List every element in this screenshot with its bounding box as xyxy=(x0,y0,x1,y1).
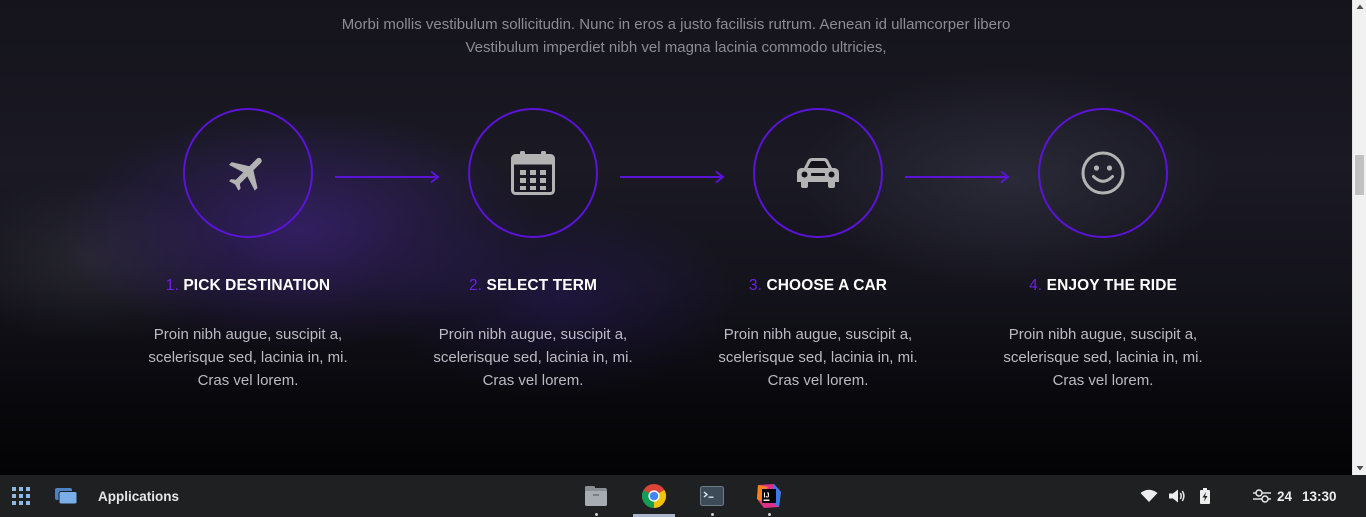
step-select-term: 2. SELECT TERM Proin nibh augue, suscipi… xyxy=(408,108,658,392)
scroll-thumb[interactable] xyxy=(1355,155,1364,195)
step-number: 1. xyxy=(165,277,179,294)
files-icon xyxy=(585,486,607,506)
step-circle xyxy=(183,108,313,238)
page-scrollbar[interactable] xyxy=(1352,0,1366,475)
step-enjoy-the-ride: 4. ENJOY THE RIDE Proin nibh augue, susc… xyxy=(978,108,1228,392)
step-number: 3. xyxy=(748,277,763,294)
step-number: 4. xyxy=(1029,277,1043,294)
step-description: Proin nibh augue, suscipit a, scelerisqu… xyxy=(148,326,348,389)
network-indicator[interactable] xyxy=(1138,475,1160,517)
step-circle xyxy=(753,108,883,238)
step-title-text: SELECT TERM xyxy=(486,277,598,294)
battery-indicator[interactable] xyxy=(1195,475,1215,517)
clock-time: 13:30 xyxy=(1302,488,1337,504)
landing-page: Morbi mollis vestibulum sollicitudin. Nu… xyxy=(0,0,1352,475)
car-icon xyxy=(797,158,839,188)
applications-label: Applications xyxy=(98,488,180,504)
terminal-icon xyxy=(700,486,724,506)
running-indicator xyxy=(768,513,771,516)
chrome-app-button[interactable] xyxy=(629,475,679,517)
step-title-text: ENJOY THE RIDE xyxy=(1046,277,1177,294)
terminal-app-button[interactable] xyxy=(694,475,730,517)
taskbar: Applications IJ 24 13:30 xyxy=(0,475,1366,517)
step-title-text: CHOOSE A CAR xyxy=(766,277,888,294)
running-indicator xyxy=(595,513,598,516)
window-switcher-icon xyxy=(55,488,78,505)
scroll-up-icon[interactable] xyxy=(1356,3,1364,11)
intro-line-2: Vestibulum imperdiet nibh vel magna laci… xyxy=(465,39,887,56)
step-pick-destination: 1. PICK DESTINATION Proin nibh augue, su… xyxy=(123,108,373,392)
step-description: Proin nibh augue, suscipit a, scelerisqu… xyxy=(718,326,918,389)
step-title: 2. SELECT TERM xyxy=(408,277,658,295)
step-description: Proin nibh augue, suscipit a, scelerisqu… xyxy=(1003,326,1203,389)
step-title: 4. ENJOY THE RIDE xyxy=(978,277,1228,295)
clock-date: 24 xyxy=(1277,488,1293,504)
intro-line-1: Morbi mollis vestibulum sollicitudin. Nu… xyxy=(341,16,1011,33)
step-choose-a-car: 3. CHOOSE A CAR Proin nibh augue, suscip… xyxy=(693,108,943,392)
intellij-app-button[interactable]: IJ xyxy=(751,475,787,517)
settings-indicator[interactable] xyxy=(1249,475,1275,517)
applications-menu[interactable]: Applications xyxy=(98,475,190,517)
battery-charging-icon xyxy=(1200,488,1210,504)
intro-text: Morbi mollis vestibulum sollicitudin. Nu… xyxy=(0,13,1352,59)
app-grid-button[interactable] xyxy=(6,475,36,517)
svg-text:IJ: IJ xyxy=(764,493,770,500)
step-circle xyxy=(468,108,598,238)
intellij-icon: IJ xyxy=(757,484,781,508)
step-description: Proin nibh augue, suscipit a, scelerisqu… xyxy=(433,326,633,389)
chrome-icon xyxy=(641,484,667,508)
volume-indicator[interactable] xyxy=(1166,475,1188,517)
app-grid-icon xyxy=(12,487,30,505)
clock[interactable]: 24 13:30 xyxy=(1277,475,1347,517)
running-indicator xyxy=(711,513,714,516)
airplane-icon xyxy=(229,157,262,191)
calendar-icon xyxy=(511,151,555,195)
step-circle xyxy=(1038,108,1168,238)
volume-icon xyxy=(1169,489,1185,503)
step-title: 1. PICK DESTINATION xyxy=(123,277,373,295)
step-title-text: PICK DESTINATION xyxy=(183,277,331,294)
step-title: 3. CHOOSE A CAR xyxy=(693,277,943,295)
wifi-icon xyxy=(1140,489,1158,502)
scroll-down-icon[interactable] xyxy=(1356,464,1364,472)
smile-icon xyxy=(1081,151,1125,195)
files-app-button[interactable] xyxy=(578,475,614,517)
step-number: 2. xyxy=(468,277,483,294)
settings-sliders-icon xyxy=(1253,489,1271,503)
workspace-switcher-button[interactable] xyxy=(50,475,82,517)
